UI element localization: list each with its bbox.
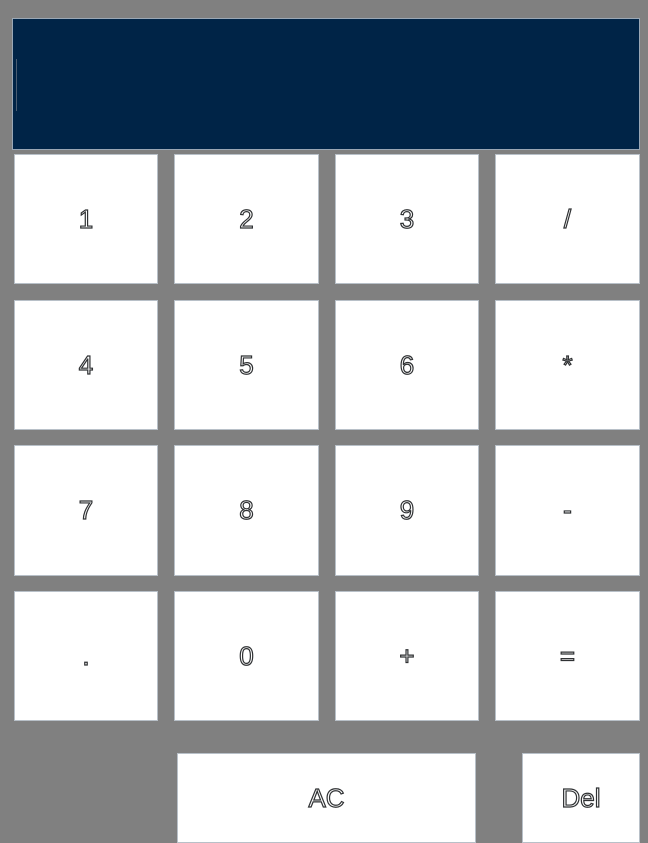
decimal-point-button[interactable]: . [14, 591, 158, 721]
key-2-label: 2 [239, 203, 255, 234]
key-8-button[interactable]: 8 [174, 445, 319, 576]
key-6-label: 6 [399, 349, 415, 380]
key-5-button[interactable]: 5 [174, 300, 319, 430]
add-label: + [399, 640, 415, 671]
delete-button[interactable]: Del [522, 753, 640, 843]
key-0-button[interactable]: 0 [174, 591, 319, 721]
subtract-button[interactable]: - [495, 445, 640, 576]
divide-button[interactable]: / [495, 154, 640, 284]
multiply-label: * [562, 349, 573, 380]
subtract-label: - [563, 494, 573, 525]
key-9-button[interactable]: 9 [335, 445, 479, 576]
equals-button[interactable]: = [495, 591, 640, 721]
key-9-label: 9 [399, 494, 415, 525]
all-clear-button[interactable]: AC [177, 753, 476, 843]
decimal-point-label: . [82, 640, 90, 671]
divide-label: / [563, 203, 572, 234]
multiply-button[interactable]: * [495, 300, 640, 430]
key-2-button[interactable]: 2 [174, 154, 319, 284]
key-4-button[interactable]: 4 [14, 300, 158, 430]
key-1-button[interactable]: 1 [14, 154, 158, 284]
key-3-button[interactable]: 3 [335, 154, 479, 284]
key-7-button[interactable]: 7 [14, 445, 158, 576]
add-button[interactable]: + [335, 591, 479, 721]
key-6-button[interactable]: 6 [335, 300, 479, 430]
key-8-label: 8 [239, 494, 255, 525]
key-1-label: 1 [78, 203, 94, 234]
key-7-label: 7 [78, 494, 94, 525]
text-caret [16, 59, 17, 111]
all-clear-label: AC [308, 782, 345, 813]
key-0-label: 0 [239, 640, 255, 671]
delete-label: Del [561, 782, 601, 813]
calculator-display [12, 18, 640, 150]
key-4-label: 4 [78, 349, 94, 380]
key-3-label: 3 [399, 203, 415, 234]
equals-label: = [559, 640, 576, 671]
key-5-label: 5 [239, 349, 255, 380]
